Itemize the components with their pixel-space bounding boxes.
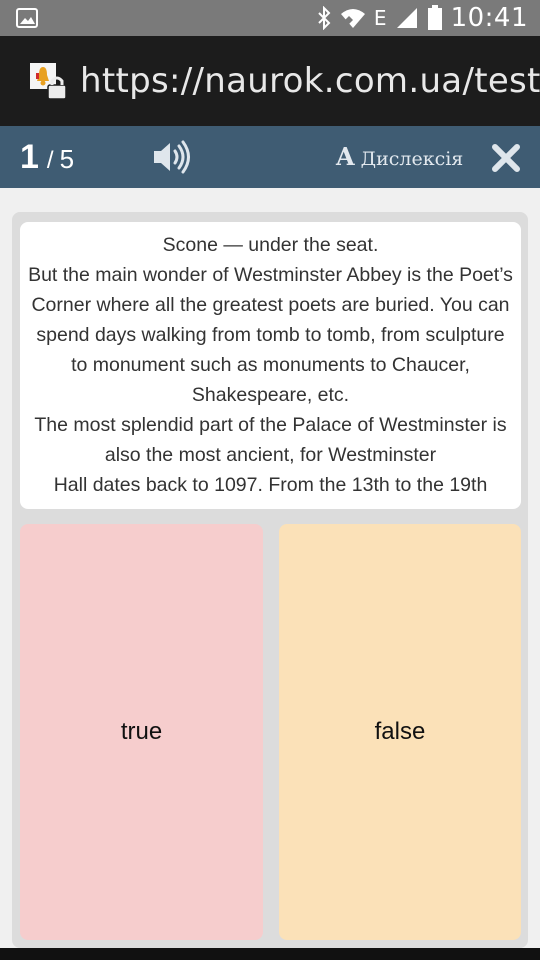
current-question-number: 1 bbox=[20, 138, 39, 176]
close-icon bbox=[492, 144, 520, 172]
status-bar: E 10:41 bbox=[0, 0, 540, 36]
counter-separator: / bbox=[46, 147, 54, 174]
dyslexia-toggle-button[interactable]: A Дислексія bbox=[336, 142, 463, 171]
site-lock-icon[interactable] bbox=[28, 61, 68, 101]
question-text-box[interactable]: Scone — under the seat. But the main won… bbox=[20, 222, 521, 509]
dyslexia-label: Дислексія bbox=[360, 148, 464, 170]
navigation-bar bbox=[0, 948, 540, 960]
signal-icon bbox=[396, 8, 417, 28]
answer-option-false[interactable]: false bbox=[279, 524, 521, 940]
speaker-icon bbox=[154, 140, 190, 174]
image-icon bbox=[16, 8, 38, 28]
close-button[interactable] bbox=[492, 144, 520, 172]
url-text[interactable]: https://naurok.com.ua/test/testing/ bbox=[80, 61, 540, 101]
wifi-icon bbox=[340, 9, 365, 28]
answer-label: true bbox=[120, 718, 163, 745]
answer-label: false bbox=[374, 718, 426, 745]
dyslexia-letter-icon: A bbox=[336, 142, 355, 171]
network-type-label: E bbox=[373, 6, 387, 30]
quiz-header: 1 / 5 A Дислексія bbox=[0, 126, 540, 188]
battery-icon bbox=[427, 5, 442, 30]
question-counter: 1 / 5 bbox=[20, 138, 74, 177]
browser-url-bar[interactable]: https://naurok.com.ua/test/testing/ bbox=[0, 36, 540, 126]
bluetooth-icon bbox=[318, 6, 331, 30]
sound-button[interactable] bbox=[152, 140, 192, 174]
question-text: Scone — under the seat. But the main won… bbox=[28, 234, 513, 496]
status-time: 10:41 bbox=[450, 3, 528, 33]
total-questions-number: 5 bbox=[59, 144, 75, 174]
answer-option-true[interactable]: true bbox=[20, 524, 263, 940]
